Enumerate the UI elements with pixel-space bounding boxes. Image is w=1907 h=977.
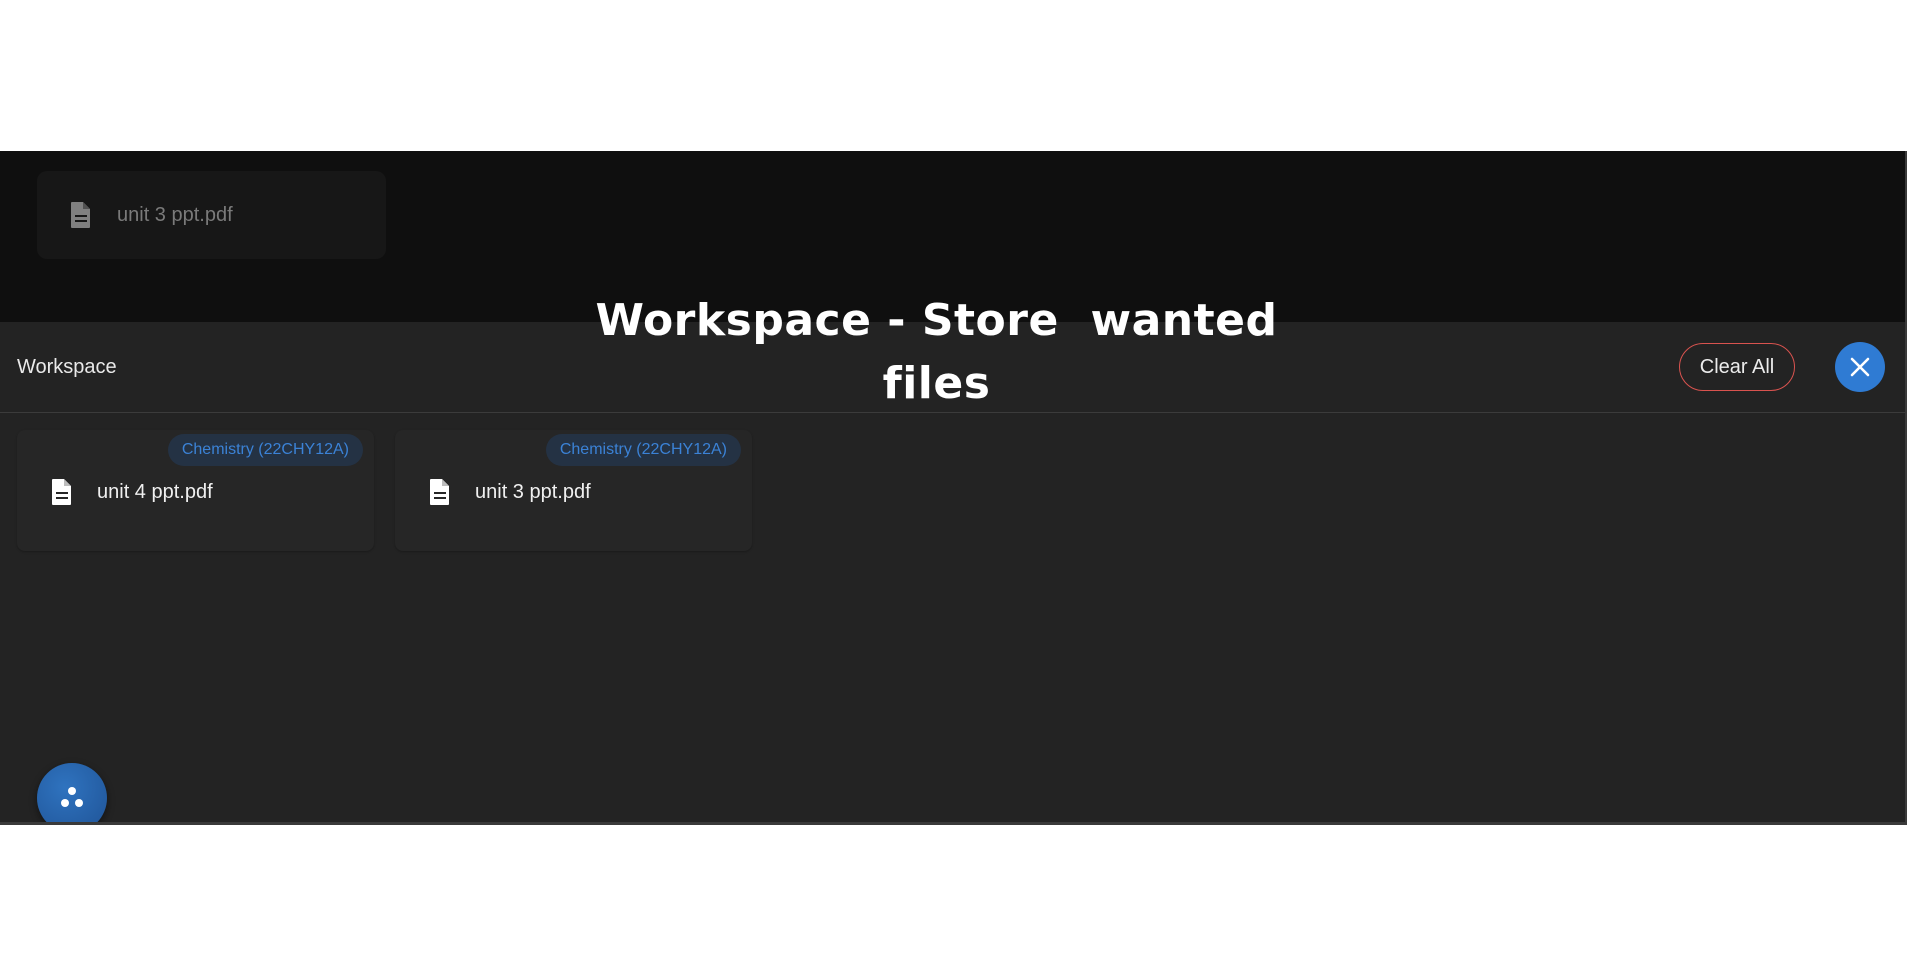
close-button[interactable] (1835, 342, 1885, 392)
subject-badge: Chemistry (22CHY12A) (167, 434, 363, 466)
three-dots-icon (61, 787, 83, 807)
background-file-name: unit 3 ppt.pdf (117, 203, 233, 226)
workspace-file-card[interactable]: Chemistry (22CHY12A) unit 4 ppt.pdf (17, 430, 374, 551)
overlay-caption: Workspace - Store wanted files (595, 295, 1278, 409)
app-screen: unit 3 ppt.pdf Workspace Clear All Chemi… (0, 151, 1907, 825)
workspace-file-card[interactable]: Chemistry (22CHY12A) unit 3 ppt.pdf (395, 430, 752, 551)
subject-badge: Chemistry (22CHY12A) (545, 434, 741, 466)
floating-action-button[interactable] (37, 763, 107, 822)
file-icon (71, 202, 90, 228)
close-icon (1850, 357, 1870, 377)
workspace-title: Workspace (17, 355, 117, 378)
file-name: unit 4 ppt.pdf (97, 481, 213, 503)
file-name: unit 3 ppt.pdf (475, 481, 591, 503)
file-icon (430, 479, 449, 505)
background-file-item[interactable]: unit 3 ppt.pdf (37, 171, 386, 259)
clear-all-button[interactable]: Clear All (1679, 343, 1795, 391)
file-icon (52, 479, 71, 505)
